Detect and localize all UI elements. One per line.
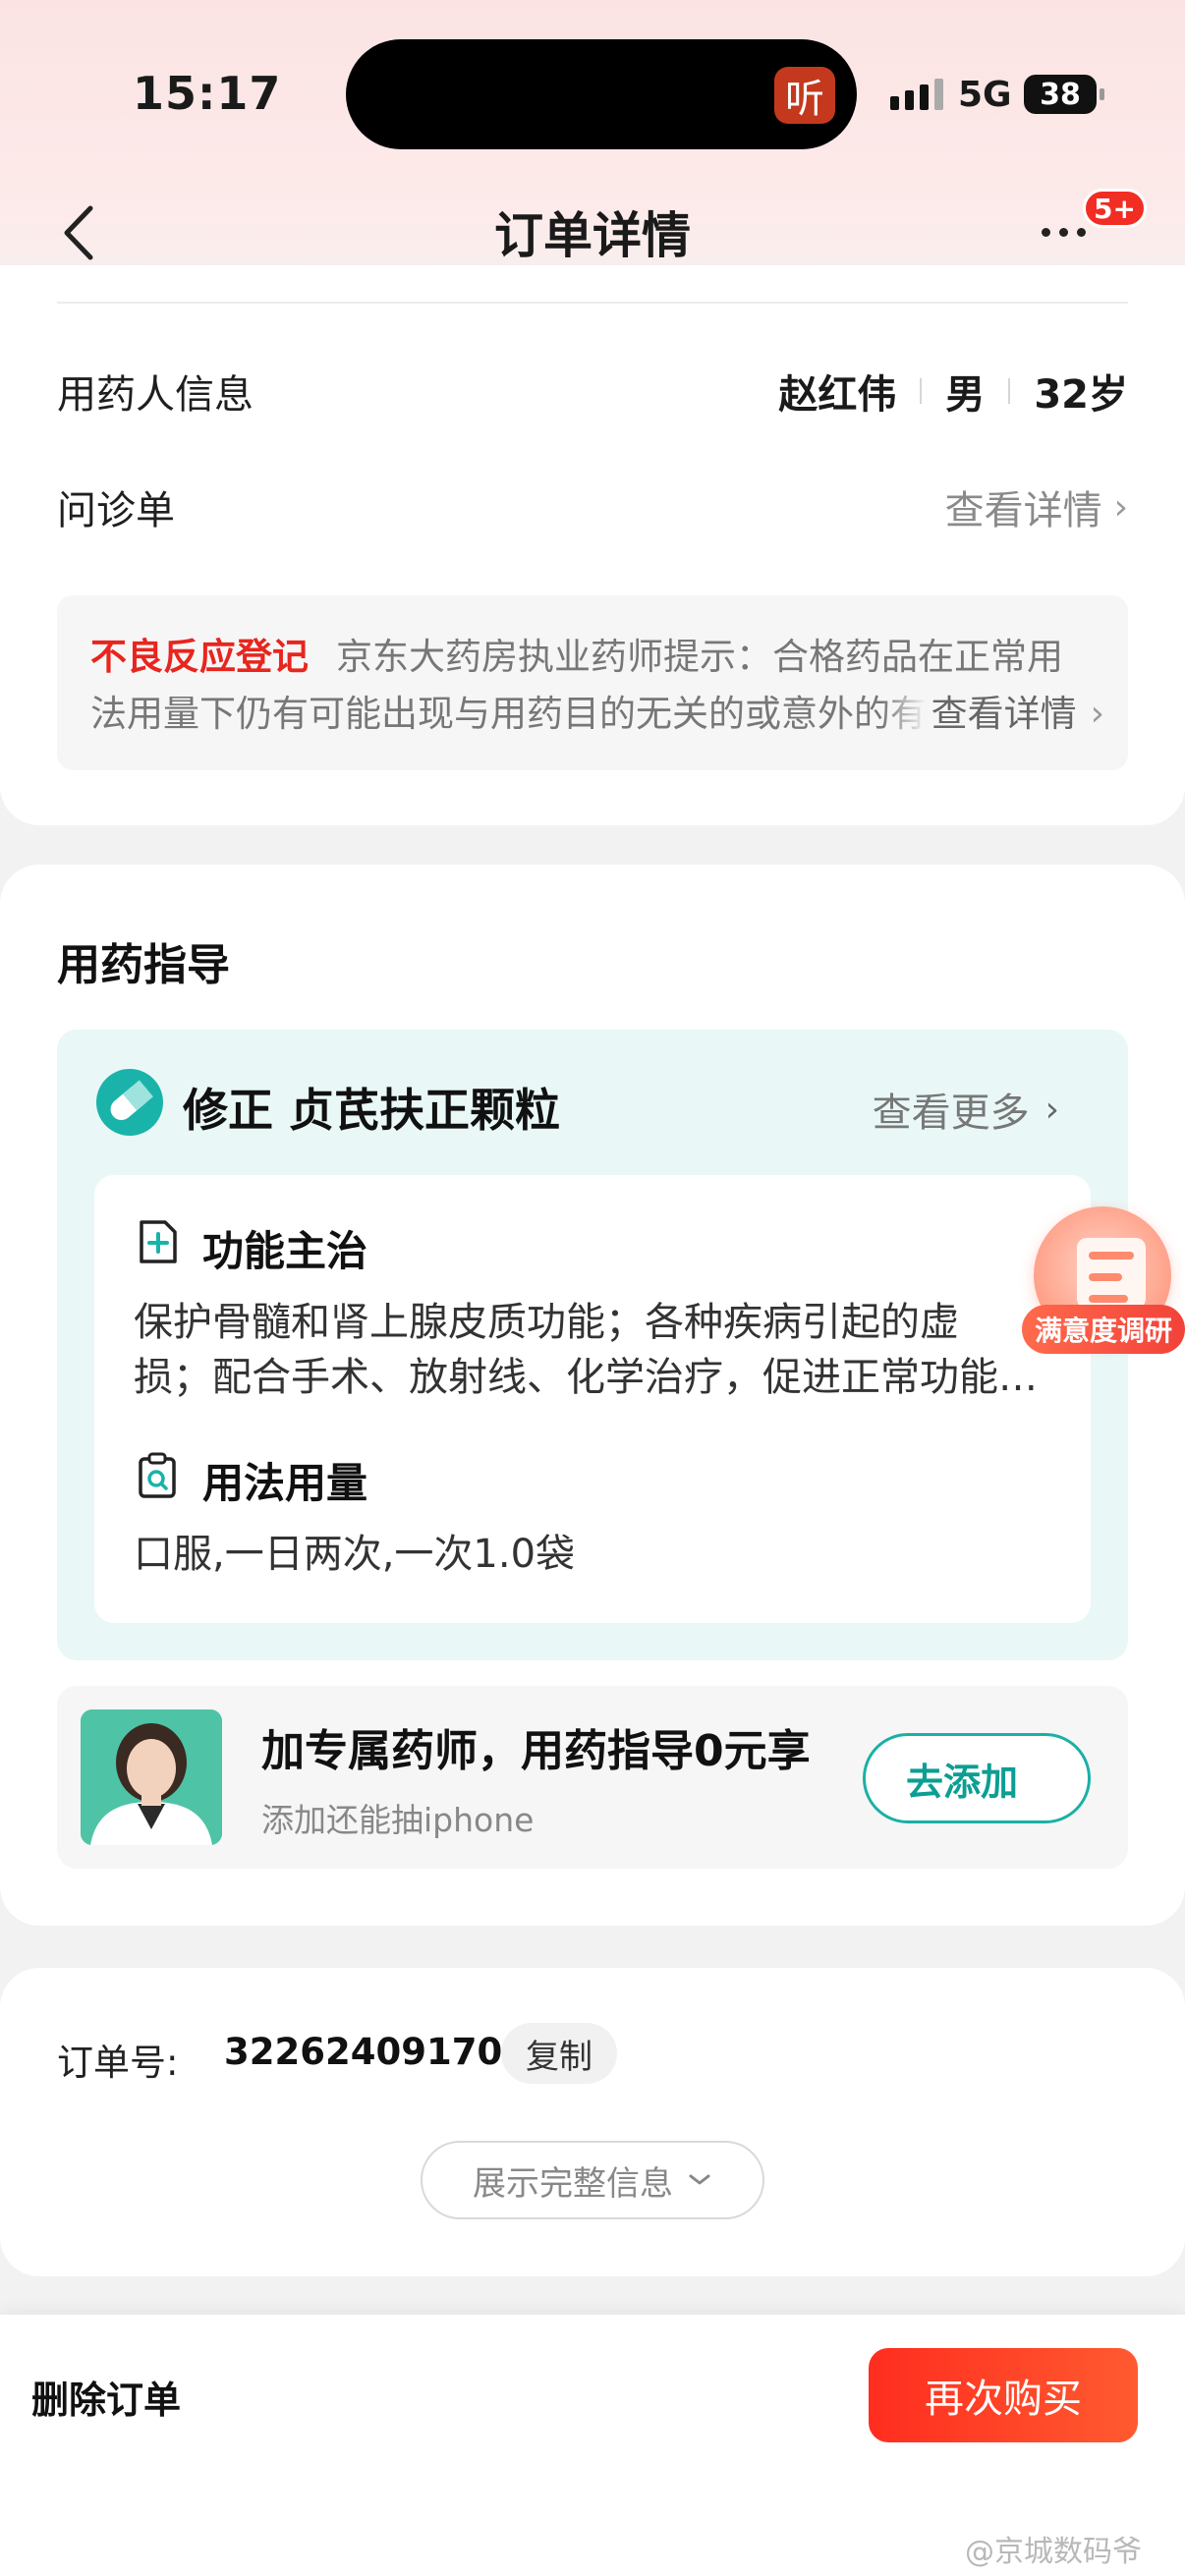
signal-icon: [890, 79, 943, 110]
delete-order-button[interactable]: 删除订单: [31, 2370, 181, 2424]
page-title: 订单详情: [494, 207, 691, 264]
pharmacist-avatar: [81, 1709, 222, 1845]
network-label: 5G: [958, 75, 1012, 115]
pharmacist-title: 加专属药师，用药指导0元享: [261, 1726, 811, 1776]
rebuy-button[interactable]: 再次购买: [869, 2348, 1138, 2442]
pharmacist-promo: 加专属药师，用药指导0元享 添加还能抽iphone 去添加: [57, 1686, 1128, 1869]
separator: [1008, 378, 1011, 404]
indication-title: 功能主治: [202, 1227, 368, 1275]
patient-info-row: 用药人信息 赵红伟 男 32岁: [57, 362, 1128, 420]
patient-info-values: 赵红伟 男 32岁: [778, 363, 1128, 420]
chevron-right-icon: ›: [1113, 486, 1128, 528]
patient-age: 32岁: [1034, 372, 1128, 418]
chevron-right-icon: ›: [1044, 1089, 1059, 1130]
consultation-label: 问诊单: [57, 488, 175, 533]
see-more-link[interactable]: 查看更多 ›: [873, 1081, 1059, 1138]
dosage-title: 用法用量: [202, 1459, 368, 1507]
pill-icon: [96, 1069, 163, 1136]
add-pharmacist-button[interactable]: 去添加: [863, 1733, 1091, 1823]
drug-guide-box: 修正 贞芪扶正颗粒 查看更多 › 功能主治 保护骨髓和肾上腺皮质功能；各种疾病引…: [57, 1030, 1128, 1660]
plus-document-icon: [140, 1220, 177, 1263]
see-more-text: 查看更多: [872, 1091, 1030, 1136]
consultation-row[interactable]: 问诊单 查看详情 ›: [57, 477, 1128, 536]
battery-icon: 38: [1024, 75, 1104, 114]
patient-name: 赵红伟: [778, 372, 897, 418]
notification-badge: 5+: [1083, 189, 1147, 228]
expand-info-button[interactable]: 展示完整信息: [421, 2141, 764, 2219]
pharmacist-portrait-icon: [81, 1709, 222, 1845]
adverse-view-link-text: 查看详情: [931, 693, 1077, 735]
pharmacist-subtitle: 添加还能抽iphone: [261, 1801, 535, 1839]
status-time: 15:17: [133, 67, 282, 120]
separator: [920, 378, 923, 404]
copy-button[interactable]: 复制: [501, 2023, 617, 2084]
drug-name: 修正 贞芪扶正颗粒: [183, 1084, 561, 1137]
more-dots-icon: [1042, 227, 1050, 237]
adverse-view-link[interactable]: 查看详情 ›: [881, 686, 1104, 743]
chevron-right-icon: ›: [1090, 694, 1104, 734]
status-bar: 15:17 听 5G 38: [0, 0, 1185, 177]
chevron-down-icon: [689, 2174, 710, 2185]
clipboard-search-icon: [139, 1452, 176, 1498]
order-number: 322624091704: [224, 2031, 528, 2073]
adverse-reaction-box[interactable]: 不良反应登记 京东大药房执业药师提示：合格药品在正常用法用量下仍有可能出现与用药目…: [57, 595, 1128, 770]
patient-card: 用药人信息 赵红伟 男 32岁 问诊单 查看详情 › 不良反应登记 京东大药房执业…: [0, 265, 1185, 825]
guide-details: 功能主治 保护骨髓和肾上腺皮质功能；各种疾病引起的虚 损；配合手术、放射线、化学…: [94, 1175, 1091, 1623]
satisfaction-survey-button[interactable]: 满意度调研: [1022, 1206, 1185, 1364]
patient-gender: 男: [945, 372, 986, 418]
survey-label: 满意度调研: [1022, 1305, 1185, 1354]
divider: [57, 302, 1128, 304]
listen-app-icon[interactable]: 听: [774, 67, 835, 124]
survey-document-icon: [1077, 1238, 1146, 1309]
indication-text-line1: 保护骨髓和肾上腺皮质功能；各种疾病引起的虚: [134, 1300, 959, 1345]
dosage-text: 口服,一日两次,一次1.0袋: [134, 1532, 576, 1577]
order-number-label: 订单号:: [57, 2042, 179, 2084]
patient-info-label: 用药人信息: [57, 372, 254, 418]
expand-info-text: 展示完整信息: [473, 2163, 673, 2204]
consultation-view-link-text: 查看详情: [944, 488, 1102, 533]
dynamic-island: 听: [346, 39, 857, 149]
section-title: 用药指导: [57, 940, 230, 990]
consultation-view-link[interactable]: 查看详情 ›: [945, 478, 1128, 535]
adverse-reaction-title: 不良反应登记: [90, 636, 309, 678]
indication-text-line2: 损；配合手术、放射线、化学治疗，促进正常功能的恢复: [134, 1355, 1051, 1400]
medication-guide-card: 用药指导 修正 贞芪扶正颗粒 查看更多 › 功能主治 保护骨髓和肾上腺皮质功能；…: [0, 865, 1185, 1926]
order-info-card: 订单号: 322624091704 复制 展示完整信息: [0, 1968, 1185, 2276]
watermark: @京城数码爷: [965, 2535, 1142, 2569]
